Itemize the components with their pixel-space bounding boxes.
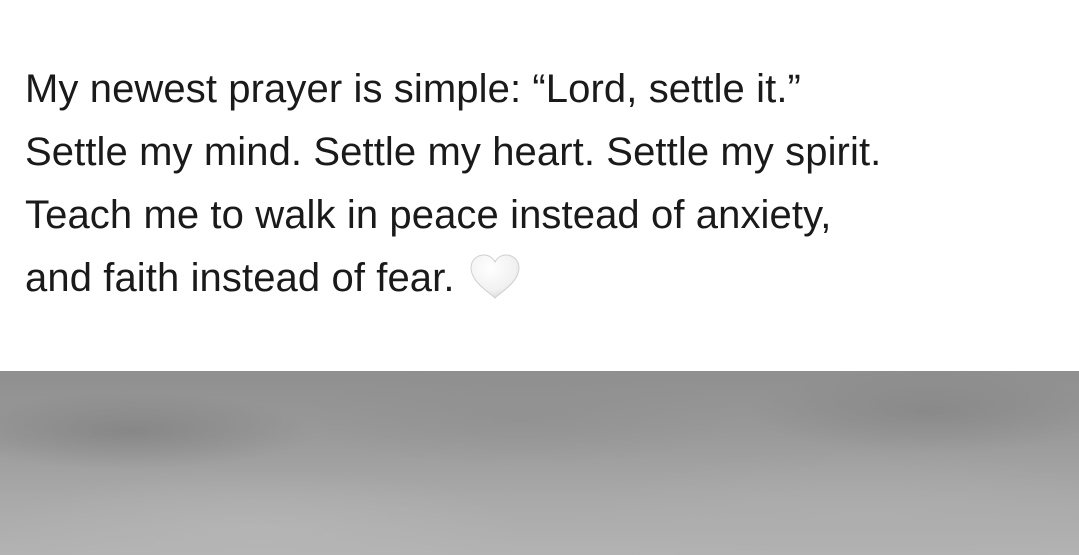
blurred-media-preview[interactable] [0,371,1079,555]
post-text: My newest prayer is simple: “Lord, settl… [25,58,1065,310]
post-line-4-text: and faith instead of fear. [25,256,455,300]
post-screenshot: My newest prayer is simple: “Lord, settl… [0,0,1079,555]
post-line-2: Settle my mind. Settle my heart. Settle … [25,130,882,174]
post-line-3: Teach me to walk in peace instead of anx… [25,193,832,237]
white-heart-icon [467,253,523,301]
post-line-1: My newest prayer is simple: “Lord, settl… [25,67,801,111]
post-line-4: and faith instead of fear. [25,247,1065,310]
